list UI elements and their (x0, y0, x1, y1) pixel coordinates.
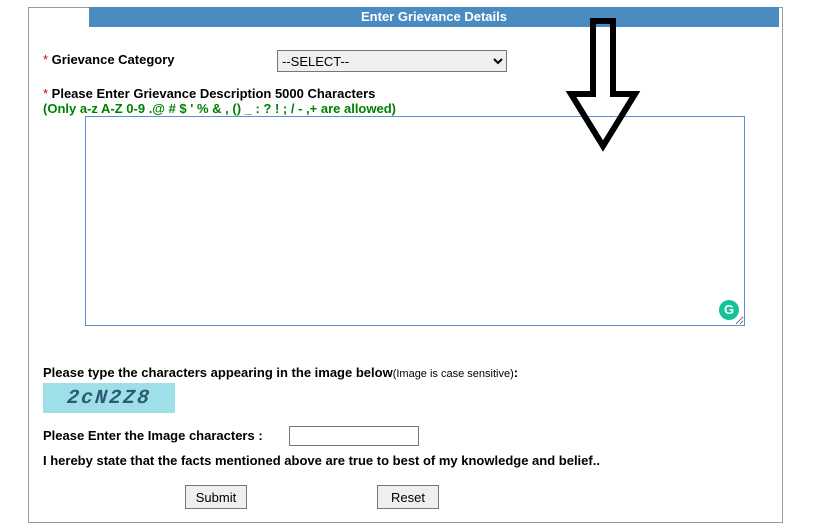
captcha-prompt-note: (Image is case sensitive) (393, 368, 514, 380)
captcha-input-label: Please Enter the Image characters : (43, 428, 263, 443)
submit-button[interactable]: Submit (185, 485, 247, 509)
category-label: Grievance Category (52, 52, 175, 67)
description-textarea[interactable] (85, 116, 745, 326)
captcha-image-text: 2cN2Z8 (66, 387, 152, 410)
description-label: Please Enter Grievance Description 5000 … (52, 86, 376, 101)
required-mark: * (43, 52, 52, 67)
category-select[interactable]: --SELECT-- (277, 50, 507, 72)
declaration-text: I hereby state that the facts mentioned … (43, 453, 600, 468)
captcha-image: 2cN2Z8 (43, 383, 175, 413)
description-hint: (Only a-z A-Z 0-9 .@ # $ ' % & , () _ : … (43, 101, 396, 116)
captcha-input[interactable] (289, 426, 419, 446)
description-textarea-wrap: G (85, 116, 745, 326)
form-header-title: Enter Grievance Details (361, 9, 507, 24)
reset-button[interactable]: Reset (377, 485, 439, 509)
description-label-row: * Please Enter Grievance Description 500… (43, 86, 375, 101)
grammarly-icon[interactable]: G (719, 300, 739, 320)
grievance-form-container: Enter Grievance Details * Grievance Cate… (28, 7, 783, 523)
captcha-colon: : (514, 365, 518, 380)
captcha-prompt: Please type the characters appearing in … (43, 365, 518, 380)
captcha-prompt-main: Please type the characters appearing in … (43, 365, 393, 380)
form-header: Enter Grievance Details (89, 7, 779, 27)
required-mark: * (43, 86, 52, 101)
category-row: * Grievance Category (43, 52, 175, 67)
